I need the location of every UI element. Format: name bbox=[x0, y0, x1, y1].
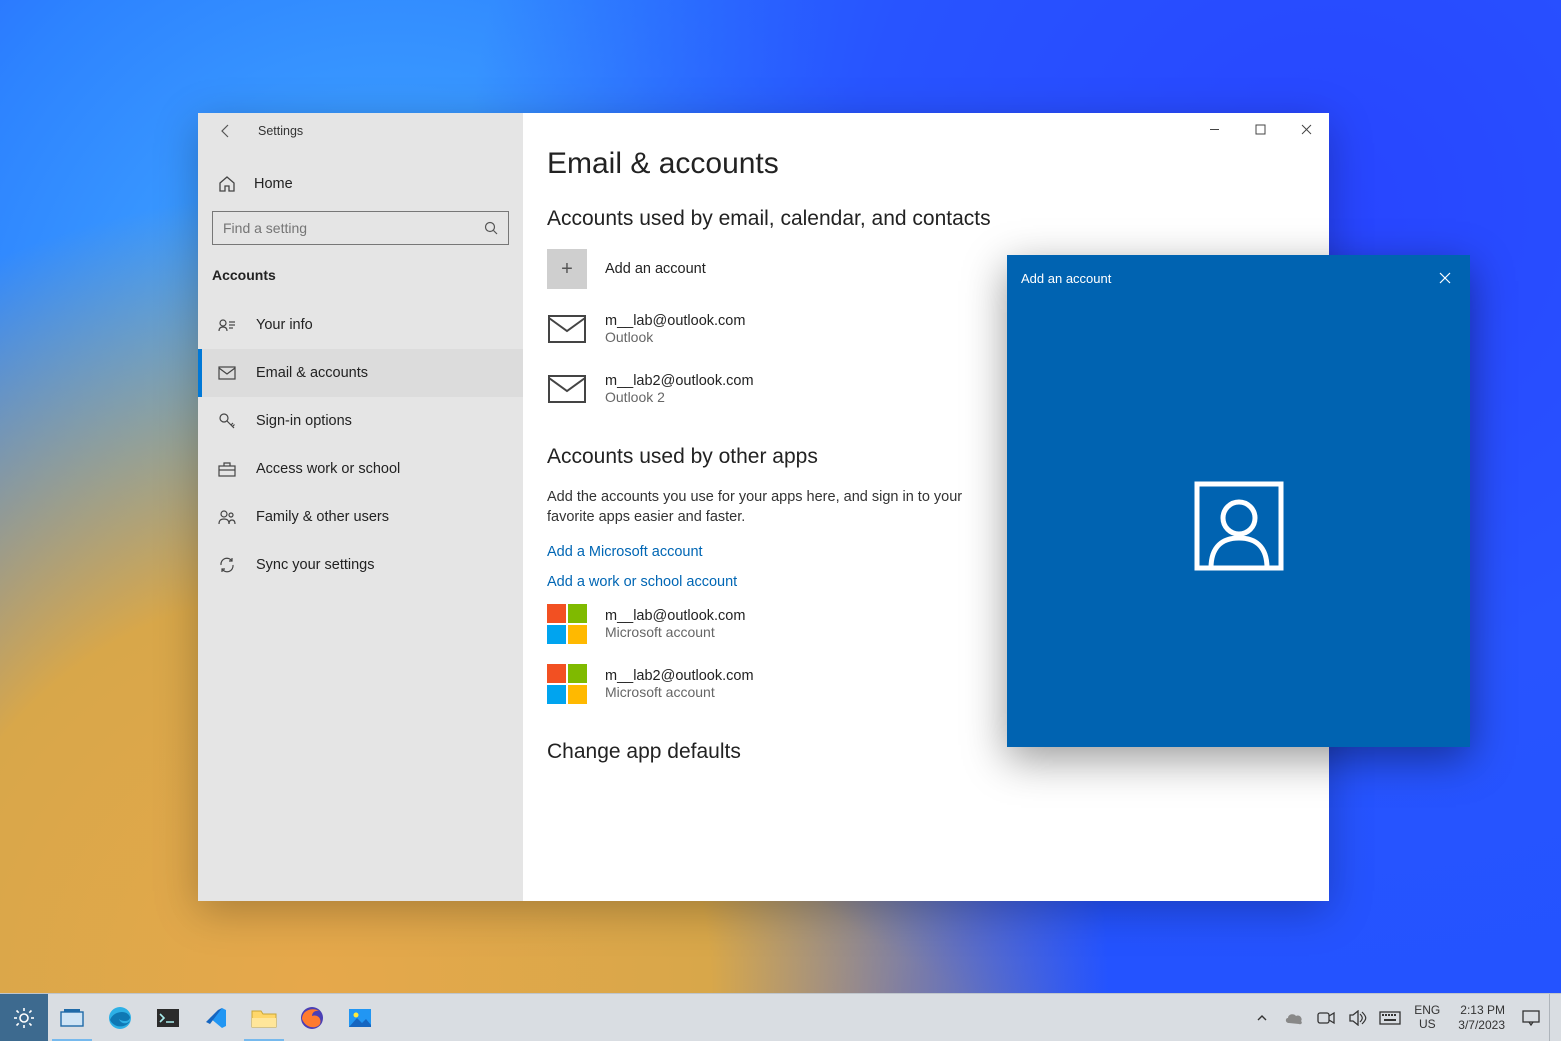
nav-label: Your info bbox=[256, 317, 313, 333]
account-email: m__lab@outlook.com bbox=[605, 608, 745, 624]
taskbar-left bbox=[0, 994, 384, 1041]
nav-your-info[interactable]: Your info bbox=[198, 301, 523, 349]
action-center-icon[interactable] bbox=[1517, 994, 1545, 1041]
sidebar: Settings Home Accounts Your info bbox=[198, 113, 523, 901]
vscode-button[interactable] bbox=[192, 994, 240, 1041]
maximize-button[interactable] bbox=[1237, 113, 1283, 145]
section-heading-email: Accounts used by email, calendar, and co… bbox=[547, 207, 1289, 231]
nav-label: Sync your settings bbox=[256, 557, 374, 573]
sync-icon bbox=[218, 556, 238, 574]
sidebar-section-label: Accounts bbox=[198, 257, 523, 301]
language-indicator[interactable]: ENG US bbox=[1408, 1004, 1446, 1030]
nav-label: Email & accounts bbox=[256, 365, 368, 381]
home-label: Home bbox=[254, 176, 293, 192]
account-email: m__lab2@outlook.com bbox=[605, 668, 754, 684]
back-button[interactable] bbox=[212, 117, 240, 145]
volume-icon[interactable] bbox=[1344, 994, 1372, 1041]
search-box[interactable] bbox=[212, 211, 509, 245]
close-button[interactable] bbox=[1283, 113, 1329, 145]
file-explorer-button[interactable] bbox=[240, 994, 288, 1041]
window-controls bbox=[1191, 113, 1329, 145]
titlebar: Settings bbox=[198, 113, 523, 149]
account-provider: Outlook 2 bbox=[605, 389, 754, 405]
modal-header: Add an account bbox=[1007, 255, 1470, 301]
plus-icon: + bbox=[547, 249, 587, 289]
add-account-modal: Add an account bbox=[1007, 255, 1470, 747]
nav-label: Access work or school bbox=[256, 461, 400, 477]
home-icon bbox=[218, 175, 238, 193]
account-provider: Outlook bbox=[605, 329, 745, 345]
account-provider: Microsoft account bbox=[605, 624, 745, 640]
person-card-icon bbox=[218, 318, 238, 332]
mail-icon bbox=[547, 309, 587, 349]
modal-title: Add an account bbox=[1021, 271, 1111, 286]
modal-close-button[interactable] bbox=[1434, 267, 1456, 289]
keyboard-icon[interactable] bbox=[1376, 994, 1404, 1041]
account-email: m__lab@outlook.com bbox=[605, 313, 745, 329]
modal-body bbox=[1007, 301, 1470, 751]
microsoft-logo-icon bbox=[547, 664, 587, 704]
tray-chevron-icon[interactable] bbox=[1248, 994, 1276, 1041]
time: 2:13 PM bbox=[1458, 1003, 1505, 1017]
search-icon bbox=[484, 221, 498, 235]
onedrive-icon[interactable] bbox=[1280, 994, 1308, 1041]
key-icon bbox=[218, 412, 238, 430]
firefox-button[interactable] bbox=[288, 994, 336, 1041]
nav-email-accounts[interactable]: Email & accounts bbox=[198, 349, 523, 397]
nav-signin-options[interactable]: Sign-in options bbox=[198, 397, 523, 445]
lang-bottom: US bbox=[1414, 1018, 1440, 1031]
nav-family[interactable]: Family & other users bbox=[198, 493, 523, 541]
edge-button[interactable] bbox=[96, 994, 144, 1041]
search-input[interactable] bbox=[223, 220, 484, 236]
account-provider: Microsoft account bbox=[605, 684, 754, 700]
terminal-button[interactable] bbox=[144, 994, 192, 1041]
mail-icon bbox=[547, 369, 587, 409]
date: 3/7/2023 bbox=[1458, 1018, 1505, 1032]
nav-label: Sign-in options bbox=[256, 413, 352, 429]
meet-now-icon[interactable] bbox=[1312, 994, 1340, 1041]
microsoft-logo-icon bbox=[547, 604, 587, 644]
clock[interactable]: 2:13 PM 3/7/2023 bbox=[1450, 1003, 1513, 1032]
desktop: Settings Home Accounts Your info bbox=[0, 0, 1561, 1041]
account-email: m__lab2@outlook.com bbox=[605, 373, 754, 389]
other-apps-description: Add the accounts you use for your apps h… bbox=[547, 487, 977, 528]
nav-sync[interactable]: Sync your settings bbox=[198, 541, 523, 589]
people-icon bbox=[218, 509, 238, 525]
mail-icon bbox=[218, 366, 238, 380]
taskbar: ENG US 2:13 PM 3/7/2023 bbox=[0, 993, 1561, 1041]
lang-top: ENG bbox=[1414, 1004, 1440, 1017]
show-desktop-button[interactable] bbox=[1549, 994, 1555, 1041]
briefcase-icon bbox=[218, 461, 238, 477]
window-title: Settings bbox=[240, 124, 303, 138]
photos-button[interactable] bbox=[336, 994, 384, 1041]
taskbar-right: ENG US 2:13 PM 3/7/2023 bbox=[1248, 994, 1561, 1041]
page-heading: Email & accounts bbox=[547, 147, 1289, 181]
nav-label: Family & other users bbox=[256, 509, 389, 525]
add-account-label: Add an account bbox=[605, 261, 706, 277]
person-frame-icon bbox=[1193, 480, 1285, 572]
start-gear-button[interactable] bbox=[0, 994, 48, 1041]
nav-access-work[interactable]: Access work or school bbox=[198, 445, 523, 493]
home-nav[interactable]: Home bbox=[198, 163, 523, 205]
task-view-button[interactable] bbox=[48, 994, 96, 1041]
minimize-button[interactable] bbox=[1191, 113, 1237, 145]
